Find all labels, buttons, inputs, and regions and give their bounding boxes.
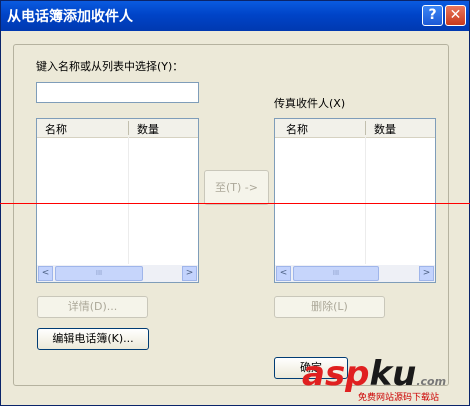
column-header-name[interactable]: 名称 bbox=[45, 121, 67, 137]
search-label: 键入名称或从列表中选择(Y)： bbox=[36, 60, 184, 73]
column-divider bbox=[365, 121, 366, 135]
scroll-left-icon[interactable]: < bbox=[276, 266, 291, 281]
fax-recipients-label: 传真收件人(X) bbox=[274, 97, 346, 110]
scroll-right-icon[interactable]: > bbox=[182, 266, 197, 281]
close-icon[interactable]: ✕ bbox=[445, 5, 466, 26]
watermark-suffix: .com bbox=[416, 375, 447, 388]
column-gridline bbox=[128, 137, 129, 264]
fax-recipients-list[interactable]: 名称 数量 < III > bbox=[274, 118, 436, 283]
watermark-text-a: asp bbox=[302, 354, 370, 394]
search-input[interactable] bbox=[36, 82, 199, 103]
column-header-count[interactable]: 数量 bbox=[374, 121, 396, 137]
help-icon[interactable]: ? bbox=[422, 5, 443, 26]
add-to-recipients-button[interactable]: 至(T) -> bbox=[204, 170, 269, 205]
scroll-thumb[interactable]: III bbox=[293, 266, 379, 281]
list-header: 名称 数量 bbox=[37, 119, 198, 138]
column-gridline bbox=[365, 137, 366, 264]
horizontal-scrollbar[interactable]: < III > bbox=[275, 265, 435, 282]
column-divider bbox=[128, 121, 129, 135]
red-guide-line bbox=[0, 203, 470, 204]
delete-button[interactable]: 删除(L) bbox=[274, 296, 385, 318]
scroll-thumb[interactable]: III bbox=[55, 266, 143, 281]
scroll-left-icon[interactable]: < bbox=[38, 266, 53, 281]
watermark-text-b: ku bbox=[369, 354, 417, 394]
column-header-name[interactable]: 名称 bbox=[286, 121, 308, 137]
column-header-count[interactable]: 数量 bbox=[137, 121, 159, 137]
details-button[interactable]: 详情(D)... bbox=[37, 296, 148, 318]
window-title: 从电话簿添加收件人 bbox=[7, 9, 133, 25]
watermark-tagline: 免费网站源码下载站 bbox=[358, 393, 440, 403]
watermark-logo: aspku.com bbox=[302, 354, 446, 394]
title-bar[interactable]: 从电话簿添加收件人 ? ✕ bbox=[1, 1, 469, 31]
scroll-right-icon[interactable]: > bbox=[419, 266, 434, 281]
list-header: 名称 数量 bbox=[275, 119, 435, 138]
edit-phonebook-button[interactable]: 编辑电话簿(K)... bbox=[37, 328, 149, 350]
horizontal-scrollbar[interactable]: < III > bbox=[37, 265, 198, 282]
phonebook-list[interactable]: 名称 数量 < III > bbox=[36, 118, 199, 283]
